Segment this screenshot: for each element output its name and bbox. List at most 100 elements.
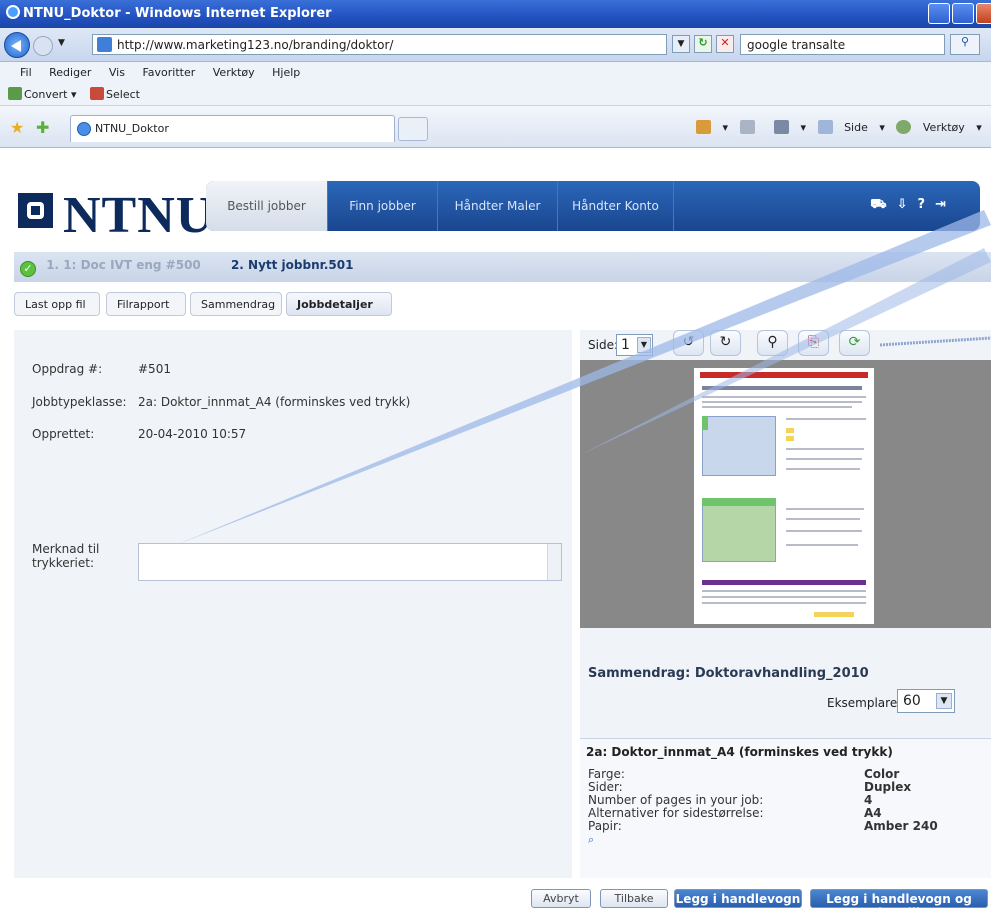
note-scrollbar[interactable] bbox=[547, 544, 561, 580]
chevron-down-icon: ▼ bbox=[936, 693, 952, 709]
breadcrumb-previous-job[interactable]: 1. 1: Doc IVT eng #500 bbox=[46, 258, 201, 272]
summary-label: Papir: bbox=[588, 819, 622, 833]
forward-button[interactable] bbox=[33, 36, 53, 56]
command-bar: ▾ ▾ Side ▾ Verktøy ▾ bbox=[696, 120, 990, 134]
favorites-star-icon[interactable]: ★ bbox=[10, 118, 24, 137]
ntnu-logo-icon bbox=[18, 193, 53, 228]
summary-value: Amber 240 bbox=[864, 819, 938, 833]
add-to-cart-button[interactable]: Legg i handlevogn bbox=[674, 889, 802, 908]
help-icon[interactable]: ? bbox=[918, 197, 936, 212]
address-toolbar: ▼ http://www.marketing123.no/branding/do… bbox=[0, 28, 991, 62]
tools-menu[interactable]: Verktøy ▾ bbox=[896, 120, 982, 134]
step-jobbdetaljer[interactable]: Jobbdetaljer bbox=[286, 292, 392, 316]
menu-fil[interactable]: Fil bbox=[20, 66, 32, 79]
summary-label: Sider: bbox=[588, 780, 623, 794]
summary-title: Sammendrag: Doktoravhandling_2010 bbox=[588, 666, 869, 681]
order-value: #501 bbox=[138, 362, 171, 376]
back-button[interactable] bbox=[4, 32, 30, 58]
menu-vis[interactable]: Vis bbox=[109, 66, 125, 79]
step-sammendrag[interactable]: Sammendrag bbox=[190, 292, 282, 316]
select-label: Select bbox=[106, 88, 140, 101]
menu-hjelp[interactable]: Hjelp bbox=[272, 66, 300, 79]
job-details-panel: Oppdrag #: #501 Jobbtypeklasse: 2a: Dokt… bbox=[14, 330, 572, 878]
stop-button[interactable]: ✕ bbox=[716, 35, 734, 53]
printer-note-textarea[interactable] bbox=[138, 543, 562, 581]
select-button[interactable]: Select bbox=[90, 87, 140, 101]
rotate-right-button[interactable]: ↻ bbox=[710, 330, 741, 356]
maximize-button[interactable] bbox=[952, 3, 974, 24]
close-button[interactable] bbox=[976, 3, 991, 24]
download-icon[interactable]: ⇩ bbox=[897, 197, 918, 212]
refresh-preview-button[interactable]: ⟳ bbox=[839, 330, 870, 356]
add-to-cart-and-order-button[interactable]: Legg i handlevogn og bestill bbox=[810, 889, 988, 920]
page-select[interactable]: 1 ▼ bbox=[616, 334, 653, 356]
tab-ntnu-doktor[interactable]: NTNU_Doktor bbox=[70, 115, 395, 142]
ntnu-logo[interactable]: NTNU bbox=[18, 188, 214, 244]
nav-handter-maler[interactable]: Håndter Maler bbox=[438, 181, 558, 231]
convert-icon bbox=[8, 87, 22, 100]
page-menu-label: Side bbox=[844, 121, 868, 134]
job-summary-title: 2a: Doktor_innmat_A4 (forminskes ved try… bbox=[586, 745, 893, 759]
summary-value: 4 bbox=[864, 793, 873, 807]
back-button-page[interactable]: Tilbake bbox=[600, 889, 668, 908]
add-favorite-icon[interactable]: ✚ bbox=[36, 118, 49, 137]
copies-value: 60 bbox=[903, 693, 921, 709]
logo-text: NTNU bbox=[63, 187, 215, 244]
note-label-line2: trykkeriet: bbox=[32, 556, 94, 570]
new-tab-button[interactable] bbox=[398, 117, 428, 141]
search-text: google transalte bbox=[747, 38, 846, 52]
convert-button[interactable]: Convert ▾ bbox=[8, 87, 77, 101]
order-label: Oppdrag #: bbox=[32, 362, 103, 376]
tools-bar: Convert ▾ Select bbox=[0, 84, 991, 106]
document-preview[interactable] bbox=[580, 360, 991, 628]
check-icon: ✓ bbox=[20, 261, 36, 277]
nav-bestill-jobber[interactable]: Bestill jobber bbox=[206, 181, 328, 231]
print-button[interactable]: ▾ bbox=[774, 120, 806, 134]
summary-label: Alternativer for sidestørrelse: bbox=[588, 806, 764, 820]
refresh-button[interactable]: ↻ bbox=[694, 35, 712, 53]
feeds-icon bbox=[739, 120, 755, 134]
url-dropdown-icon[interactable]: ▼ bbox=[672, 35, 690, 53]
step-filrapport[interactable]: Filrapport bbox=[106, 292, 186, 316]
chevron-down-icon: ▼ bbox=[637, 337, 651, 353]
breadcrumb-current-job: 2. Nytt jobbnr.501 bbox=[230, 258, 354, 272]
pdf-button[interactable]: ⎘ bbox=[798, 330, 829, 356]
cart-icon[interactable]: ⛟ bbox=[870, 197, 896, 212]
home-button[interactable]: ▾ bbox=[696, 120, 728, 134]
feeds-button[interactable] bbox=[739, 120, 763, 134]
select-icon bbox=[90, 87, 105, 100]
copies-label: Eksemplarer: bbox=[827, 696, 906, 710]
url-text: http://www.marketing123.no/branding/dokt… bbox=[117, 38, 394, 52]
page-select-value: 1 bbox=[621, 337, 630, 353]
job-summary-box: 2a: Doktor_innmat_A4 (forminskes ved try… bbox=[580, 738, 991, 878]
tab-label: NTNU_Doktor bbox=[95, 122, 169, 135]
nav-finn-jobber[interactable]: Finn jobber bbox=[328, 181, 438, 231]
zoom-button[interactable]: ⚲ bbox=[757, 330, 788, 356]
ie-logo-icon bbox=[6, 5, 20, 19]
home-icon bbox=[696, 120, 711, 134]
menu-verktoy[interactable]: Verktøy bbox=[213, 66, 255, 79]
refresh-icon: ⟳ bbox=[848, 334, 861, 350]
history-dropdown-icon[interactable]: ▼ bbox=[58, 38, 65, 48]
logout-icon[interactable]: ⇥ bbox=[935, 197, 956, 212]
ie-tab-icon bbox=[77, 122, 91, 136]
search-input[interactable]: google transalte bbox=[740, 34, 945, 55]
created-value: 20-04-2010 10:57 bbox=[138, 427, 247, 441]
document-page-thumbnail bbox=[694, 368, 874, 624]
nav-handter-konto[interactable]: Håndter Konto bbox=[558, 181, 674, 231]
note-label-line1: Merknad til bbox=[32, 542, 100, 556]
preview-panel: Side: 1 ▼ ↺ ↻ ⚲ ⎘ ⟳ Sammendrag: Doktorav… bbox=[580, 330, 991, 878]
copies-select[interactable]: 60 ▼ bbox=[897, 689, 955, 713]
summary-value: A4 bbox=[864, 806, 882, 820]
menu-rediger[interactable]: Rediger bbox=[49, 66, 91, 79]
step-last-opp-fil[interactable]: Last opp fil bbox=[14, 292, 100, 316]
rotate-left-button[interactable]: ↺ bbox=[673, 330, 704, 356]
menu-favoritter[interactable]: Favoritter bbox=[142, 66, 195, 79]
page-menu-icon bbox=[817, 120, 833, 134]
cancel-button[interactable]: Avbryt bbox=[531, 889, 591, 908]
convert-label: Convert bbox=[24, 88, 68, 101]
page-menu[interactable]: Side ▾ bbox=[817, 120, 885, 134]
url-input[interactable]: http://www.marketing123.no/branding/dokt… bbox=[92, 34, 667, 55]
search-icon[interactable]: ⚲ bbox=[950, 34, 980, 55]
minimize-button[interactable] bbox=[928, 3, 950, 24]
